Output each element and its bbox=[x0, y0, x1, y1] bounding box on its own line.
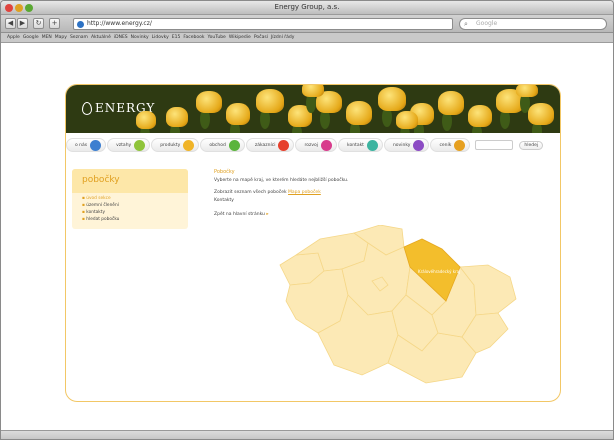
sidebar-item[interactable]: hledat pobočku bbox=[82, 217, 178, 222]
tulip-decoration bbox=[438, 91, 464, 115]
window-title: Energy Group, a.s. bbox=[274, 3, 340, 11]
nav-item[interactable]: rozvoj bbox=[295, 138, 337, 152]
sidebar: pobočky úvod sekce územní členění kontakty… bbox=[72, 169, 188, 229]
status-bar bbox=[1, 430, 613, 439]
nav-item[interactable]: vztahy bbox=[107, 138, 151, 152]
nav-dot-icon bbox=[228, 139, 240, 151]
bookmark-item[interactable]: Apple bbox=[7, 35, 20, 40]
tulip-decoration bbox=[256, 89, 284, 113]
nav-item[interactable]: o nás bbox=[66, 138, 107, 152]
tulip-decoration bbox=[166, 107, 188, 127]
sidebar-list: úvod sekce územní členění kontakty hledat p… bbox=[72, 193, 188, 227]
favicon-icon bbox=[77, 21, 84, 28]
nav-item-label: o nás bbox=[75, 142, 88, 148]
browser-toolbar: ◀ ▶ ↻ + http://www.energy.cz/ ⌕ Google bbox=[1, 15, 613, 33]
address-url: http://www.energy.cz/ bbox=[87, 20, 152, 27]
nav-item-label: novinky bbox=[392, 142, 411, 148]
nav-item-label: produkty bbox=[160, 142, 181, 148]
bookmark-item[interactable]: Seznam bbox=[70, 35, 88, 40]
browser-window: Energy Group, a.s. ◀ ▶ ↻ + http://www.en… bbox=[0, 0, 614, 440]
sidebar-item[interactable]: úvod sekce bbox=[82, 196, 178, 201]
tulip-decoration bbox=[136, 111, 156, 129]
main-navigation: o nás vztahy produkty obchod zákazníci rozvoj… bbox=[66, 137, 560, 153]
nav-dot-icon bbox=[321, 139, 332, 151]
bookmark-item[interactable]: Aktuálně bbox=[91, 35, 111, 40]
tulip-decoration bbox=[196, 91, 222, 113]
nav-item-label: vztahy bbox=[116, 142, 132, 148]
header-banner: ENERGY bbox=[66, 85, 560, 133]
tulip-decoration bbox=[226, 103, 250, 125]
contacts-line[interactable]: Kontakty bbox=[214, 198, 524, 204]
title-bar: Energy Group, a.s. bbox=[1, 1, 613, 15]
nav-item-label: ceník bbox=[439, 142, 452, 148]
back-home-link[interactable]: Zpět na hlavní stránku ▸ bbox=[214, 212, 524, 218]
bookmark-item[interactable]: Mapy bbox=[55, 35, 67, 40]
search-placeholder: Google bbox=[476, 20, 498, 27]
bookmark-item[interactable]: Počasí bbox=[254, 35, 268, 40]
bookmark-item[interactable]: iDNES bbox=[114, 35, 128, 40]
nav-dot-icon bbox=[366, 139, 378, 151]
highlighted-region-label: Královéhradecký kraj bbox=[418, 269, 460, 274]
back-home-text: Zpět na hlavní stránku bbox=[214, 212, 265, 217]
add-bookmark-icon[interactable]: + bbox=[49, 18, 60, 29]
branch-map-link[interactable]: Mapa poboček bbox=[288, 190, 321, 195]
sidebar-item[interactable]: územní členění bbox=[82, 203, 178, 208]
address-bar[interactable]: http://www.energy.cz/ bbox=[73, 18, 453, 30]
czech-regions-map: Královéhradecký kraj bbox=[276, 224, 556, 395]
nav-item-label: obchod bbox=[209, 142, 226, 148]
site-container: ENERGY o nás vztahy produkty obchod zákazníc… bbox=[65, 84, 561, 402]
nav-item[interactable]: obchod bbox=[200, 138, 245, 152]
nav-dot-icon bbox=[134, 139, 146, 151]
tulip-decoration bbox=[516, 85, 538, 97]
bookmark-item[interactable]: YouTube bbox=[208, 35, 226, 40]
reload-icon[interactable]: ↻ bbox=[33, 18, 44, 29]
nav-item[interactable]: ceník bbox=[430, 138, 471, 152]
tulip-decoration bbox=[346, 101, 372, 125]
nav-item[interactable]: produkty bbox=[151, 138, 200, 152]
nav-item[interactable]: kontakt bbox=[338, 138, 383, 152]
tulip-decoration bbox=[378, 87, 406, 111]
page-title: Pobočky bbox=[214, 169, 235, 175]
map-svg: Královéhradecký kraj bbox=[279, 224, 517, 384]
tulip-decoration bbox=[302, 85, 324, 97]
tulip-decoration bbox=[528, 103, 554, 125]
bookmark-item[interactable]: Facebook bbox=[183, 35, 204, 40]
nav-item-label: zákazníci bbox=[254, 142, 276, 148]
map-region-jihomoravsky[interactable] bbox=[387, 332, 477, 384]
nav-dot-icon bbox=[454, 139, 466, 151]
drop-icon bbox=[82, 101, 92, 115]
info-line-text: Zobrazit seznam všech poboček bbox=[214, 190, 287, 195]
bookmark-item[interactable]: Novinky bbox=[131, 35, 149, 40]
nav-dot-icon bbox=[183, 139, 195, 151]
nav-dot-icon bbox=[90, 139, 102, 151]
bookmark-item[interactable]: Google bbox=[23, 35, 39, 40]
page-content: ENERGY o nás vztahy produkty obchod zákazníc… bbox=[1, 44, 613, 430]
arrow-right-icon: ▸ bbox=[266, 212, 269, 217]
nav-item-label: kontakt bbox=[347, 142, 364, 148]
sidebar-item[interactable]: kontakty bbox=[82, 210, 178, 215]
tulip-decoration bbox=[468, 105, 492, 127]
forward-icon[interactable]: ▶ bbox=[17, 18, 28, 29]
intro-text: Vyberte na mapě kraj, ve kterém hledáte … bbox=[214, 178, 349, 183]
tulip-decoration bbox=[396, 111, 418, 129]
bookmark-item[interactable]: Lidovky bbox=[152, 35, 169, 40]
main-content: Pobočky Vyberte na mapě kraj, ve kterém … bbox=[214, 169, 524, 220]
nav-dot-icon bbox=[278, 139, 290, 151]
nav-dot-icon bbox=[413, 139, 425, 151]
nav-item[interactable]: novinky bbox=[383, 138, 430, 152]
site-search-input[interactable] bbox=[475, 140, 514, 150]
bookmark-item[interactable]: E15 bbox=[172, 35, 181, 40]
site-search-button[interactable]: hledej bbox=[519, 140, 544, 150]
bookmark-item[interactable]: Jízdní řády bbox=[271, 35, 294, 40]
nav-item-label: rozvoj bbox=[304, 142, 318, 148]
nav-item[interactable]: zákazníci bbox=[245, 138, 295, 152]
back-icon[interactable]: ◀ bbox=[5, 18, 16, 29]
bookmark-item[interactable]: Wikipedie bbox=[229, 35, 251, 40]
info-line: Zobrazit seznam všech poboček Mapa poboč… bbox=[214, 190, 524, 196]
browser-search-field[interactable]: ⌕ Google bbox=[459, 18, 607, 30]
bookmark-item[interactable]: MEN bbox=[42, 35, 52, 40]
search-icon: ⌕ bbox=[464, 20, 468, 28]
sidebar-heading: pobočky bbox=[72, 169, 188, 193]
bookmarks-bar: Apple Google MEN Mapy Seznam Aktuálně iDNES Nov… bbox=[1, 33, 613, 43]
